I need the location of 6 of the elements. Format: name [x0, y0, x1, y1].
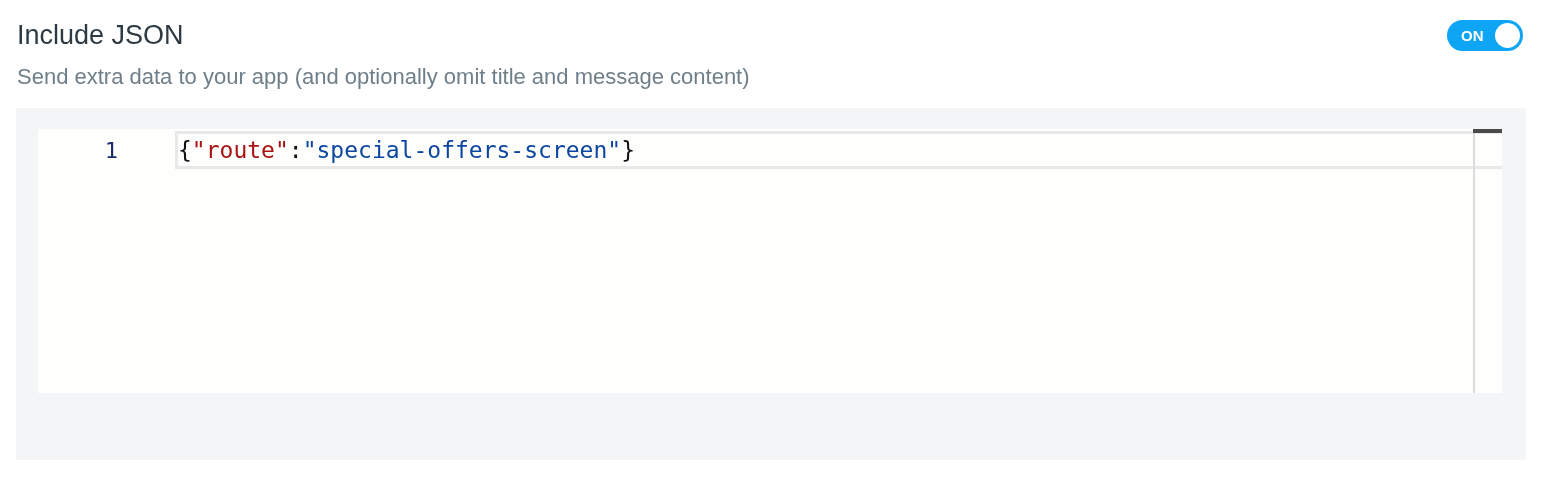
setting-description: Send extra data to your app (and optionally omit title and message content) — [17, 64, 751, 90]
setting-title: Include JSON — [17, 19, 184, 51]
code-editor[interactable]: 1 {"route":"special-offers-screen"} — [38, 129, 1502, 393]
scrollbar — [1473, 129, 1502, 133]
line-number: 1 — [103, 137, 118, 163]
code-line: {"route":"special-offers-screen"} — [175, 131, 1502, 169]
